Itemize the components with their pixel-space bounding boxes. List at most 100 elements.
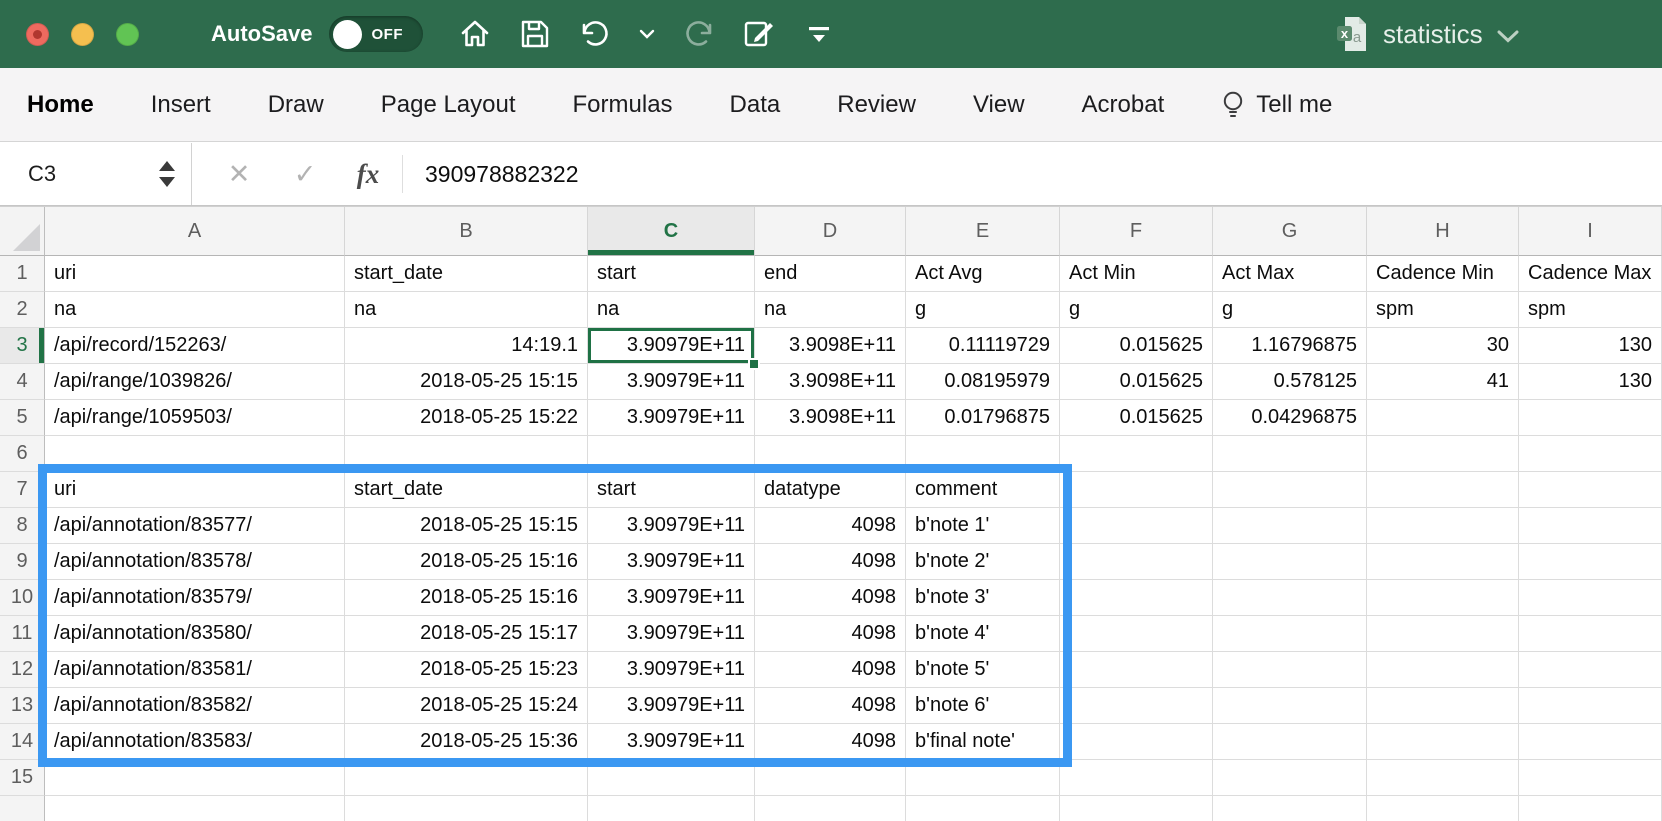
cell-G11[interactable]	[1213, 616, 1367, 652]
cell-I2[interactable]: spm	[1519, 292, 1662, 328]
cell-E10[interactable]: b'note 3'	[906, 580, 1060, 616]
cell-A12[interactable]: /api/annotation/83581/	[45, 652, 345, 688]
tab-home[interactable]: Home	[27, 91, 94, 119]
save-button[interactable]	[517, 16, 553, 52]
name-box-stepper[interactable]	[159, 143, 175, 205]
close-button[interactable]	[26, 22, 49, 46]
cell[interactable]	[1519, 796, 1662, 821]
cancel-entry-button[interactable]: ✕	[206, 159, 272, 190]
cell-I4[interactable]: 130	[1519, 364, 1662, 400]
cell-C10[interactable]: 3.90979E+11	[588, 580, 755, 616]
cell-G9[interactable]	[1213, 544, 1367, 580]
cell-D12[interactable]: 4098	[755, 652, 906, 688]
cell-C8[interactable]: 3.90979E+11	[588, 508, 755, 544]
cell[interactable]	[1060, 796, 1213, 821]
cell-F13[interactable]	[1060, 688, 1213, 724]
row-header-8[interactable]: 8	[0, 508, 45, 544]
cell-D6[interactable]	[755, 436, 906, 472]
cell-C15[interactable]	[588, 760, 755, 796]
cell-H3[interactable]: 30	[1367, 328, 1519, 364]
cell-D15[interactable]	[755, 760, 906, 796]
cell-I5[interactable]	[1519, 400, 1662, 436]
cell-D1[interactable]: end	[755, 256, 906, 292]
cell-F12[interactable]	[1060, 652, 1213, 688]
cell-E2[interactable]: g	[906, 292, 1060, 328]
row-header-7[interactable]: 7	[0, 472, 45, 508]
cell-F2[interactable]: g	[1060, 292, 1213, 328]
cell-F15[interactable]	[1060, 760, 1213, 796]
cell-B2[interactable]: na	[345, 292, 588, 328]
cell-G7[interactable]	[1213, 472, 1367, 508]
fill-handle[interactable]	[748, 358, 760, 370]
cell-B1[interactable]: start_date	[345, 256, 588, 292]
cell-H9[interactable]	[1367, 544, 1519, 580]
fullscreen-button[interactable]	[116, 22, 139, 46]
row-header-5[interactable]: 5	[0, 400, 45, 436]
undo-menu-chevron[interactable]	[637, 16, 657, 52]
cell-C12[interactable]: 3.90979E+11	[588, 652, 755, 688]
cell-B9[interactable]: 2018-05-25 15:16	[345, 544, 588, 580]
cell-D13[interactable]: 4098	[755, 688, 906, 724]
cell-G14[interactable]	[1213, 724, 1367, 760]
cell-I9[interactable]	[1519, 544, 1662, 580]
tab-data[interactable]: Data	[730, 91, 781, 119]
cell-I10[interactable]	[1519, 580, 1662, 616]
cell-B4[interactable]: 2018-05-25 15:15	[345, 364, 588, 400]
row-header-2[interactable]: 2	[0, 292, 45, 328]
row-header-12[interactable]: 12	[0, 652, 45, 688]
cell-H7[interactable]	[1367, 472, 1519, 508]
cell-G6[interactable]	[1213, 436, 1367, 472]
cell[interactable]	[1367, 796, 1519, 821]
cell-C13[interactable]: 3.90979E+11	[588, 688, 755, 724]
cell-G2[interactable]: g	[1213, 292, 1367, 328]
cell-G8[interactable]	[1213, 508, 1367, 544]
row-header[interactable]	[0, 796, 45, 821]
cell-D14[interactable]: 4098	[755, 724, 906, 760]
cell-A10[interactable]: /api/annotation/83579/	[45, 580, 345, 616]
redo-button[interactable]	[681, 16, 717, 52]
column-header-C[interactable]: C	[588, 207, 755, 256]
cell-C11[interactable]: 3.90979E+11	[588, 616, 755, 652]
row-header-9[interactable]: 9	[0, 544, 45, 580]
cell-H2[interactable]: spm	[1367, 292, 1519, 328]
cell-E13[interactable]: b'note 6'	[906, 688, 1060, 724]
cell-G15[interactable]	[1213, 760, 1367, 796]
tab-insert[interactable]: Insert	[151, 91, 211, 119]
row-header-13[interactable]: 13	[0, 688, 45, 724]
cell-F7[interactable]	[1060, 472, 1213, 508]
name-box[interactable]: C3	[0, 143, 192, 205]
cell-E7[interactable]: comment	[906, 472, 1060, 508]
cell-I14[interactable]	[1519, 724, 1662, 760]
cell-G12[interactable]	[1213, 652, 1367, 688]
cell-E15[interactable]	[906, 760, 1060, 796]
cell-A5[interactable]: /api/range/1059503/	[45, 400, 345, 436]
cell-D8[interactable]: 4098	[755, 508, 906, 544]
cell-F3[interactable]: 0.015625	[1060, 328, 1213, 364]
cell-B13[interactable]: 2018-05-25 15:24	[345, 688, 588, 724]
cell-C3[interactable]: 3.90979E+11	[588, 328, 755, 364]
quick-edit-button[interactable]	[741, 16, 777, 52]
column-header-F[interactable]: F	[1060, 207, 1213, 256]
cell-B15[interactable]	[345, 760, 588, 796]
cell-E1[interactable]: Act Avg	[906, 256, 1060, 292]
column-header-G[interactable]: G	[1213, 207, 1367, 256]
row-header-14[interactable]: 14	[0, 724, 45, 760]
cell-G1[interactable]: Act Max	[1213, 256, 1367, 292]
cell-E4[interactable]: 0.08195979	[906, 364, 1060, 400]
column-header-E[interactable]: E	[906, 207, 1060, 256]
row-header-6[interactable]: 6	[0, 436, 45, 472]
tab-tell-me[interactable]: Tell me	[1221, 90, 1332, 120]
cell-H10[interactable]	[1367, 580, 1519, 616]
cell-C5[interactable]: 3.90979E+11	[588, 400, 755, 436]
cell[interactable]	[755, 796, 906, 821]
cell-H12[interactable]	[1367, 652, 1519, 688]
cell-A6[interactable]	[45, 436, 345, 472]
cell-E12[interactable]: b'note 5'	[906, 652, 1060, 688]
cell-I6[interactable]	[1519, 436, 1662, 472]
cell-A14[interactable]: /api/annotation/83583/	[45, 724, 345, 760]
cell-D5[interactable]: 3.9098E+11	[755, 400, 906, 436]
cell-A9[interactable]: /api/annotation/83578/	[45, 544, 345, 580]
cell-E9[interactable]: b'note 2'	[906, 544, 1060, 580]
cell-A11[interactable]: /api/annotation/83580/	[45, 616, 345, 652]
cell-F5[interactable]: 0.015625	[1060, 400, 1213, 436]
